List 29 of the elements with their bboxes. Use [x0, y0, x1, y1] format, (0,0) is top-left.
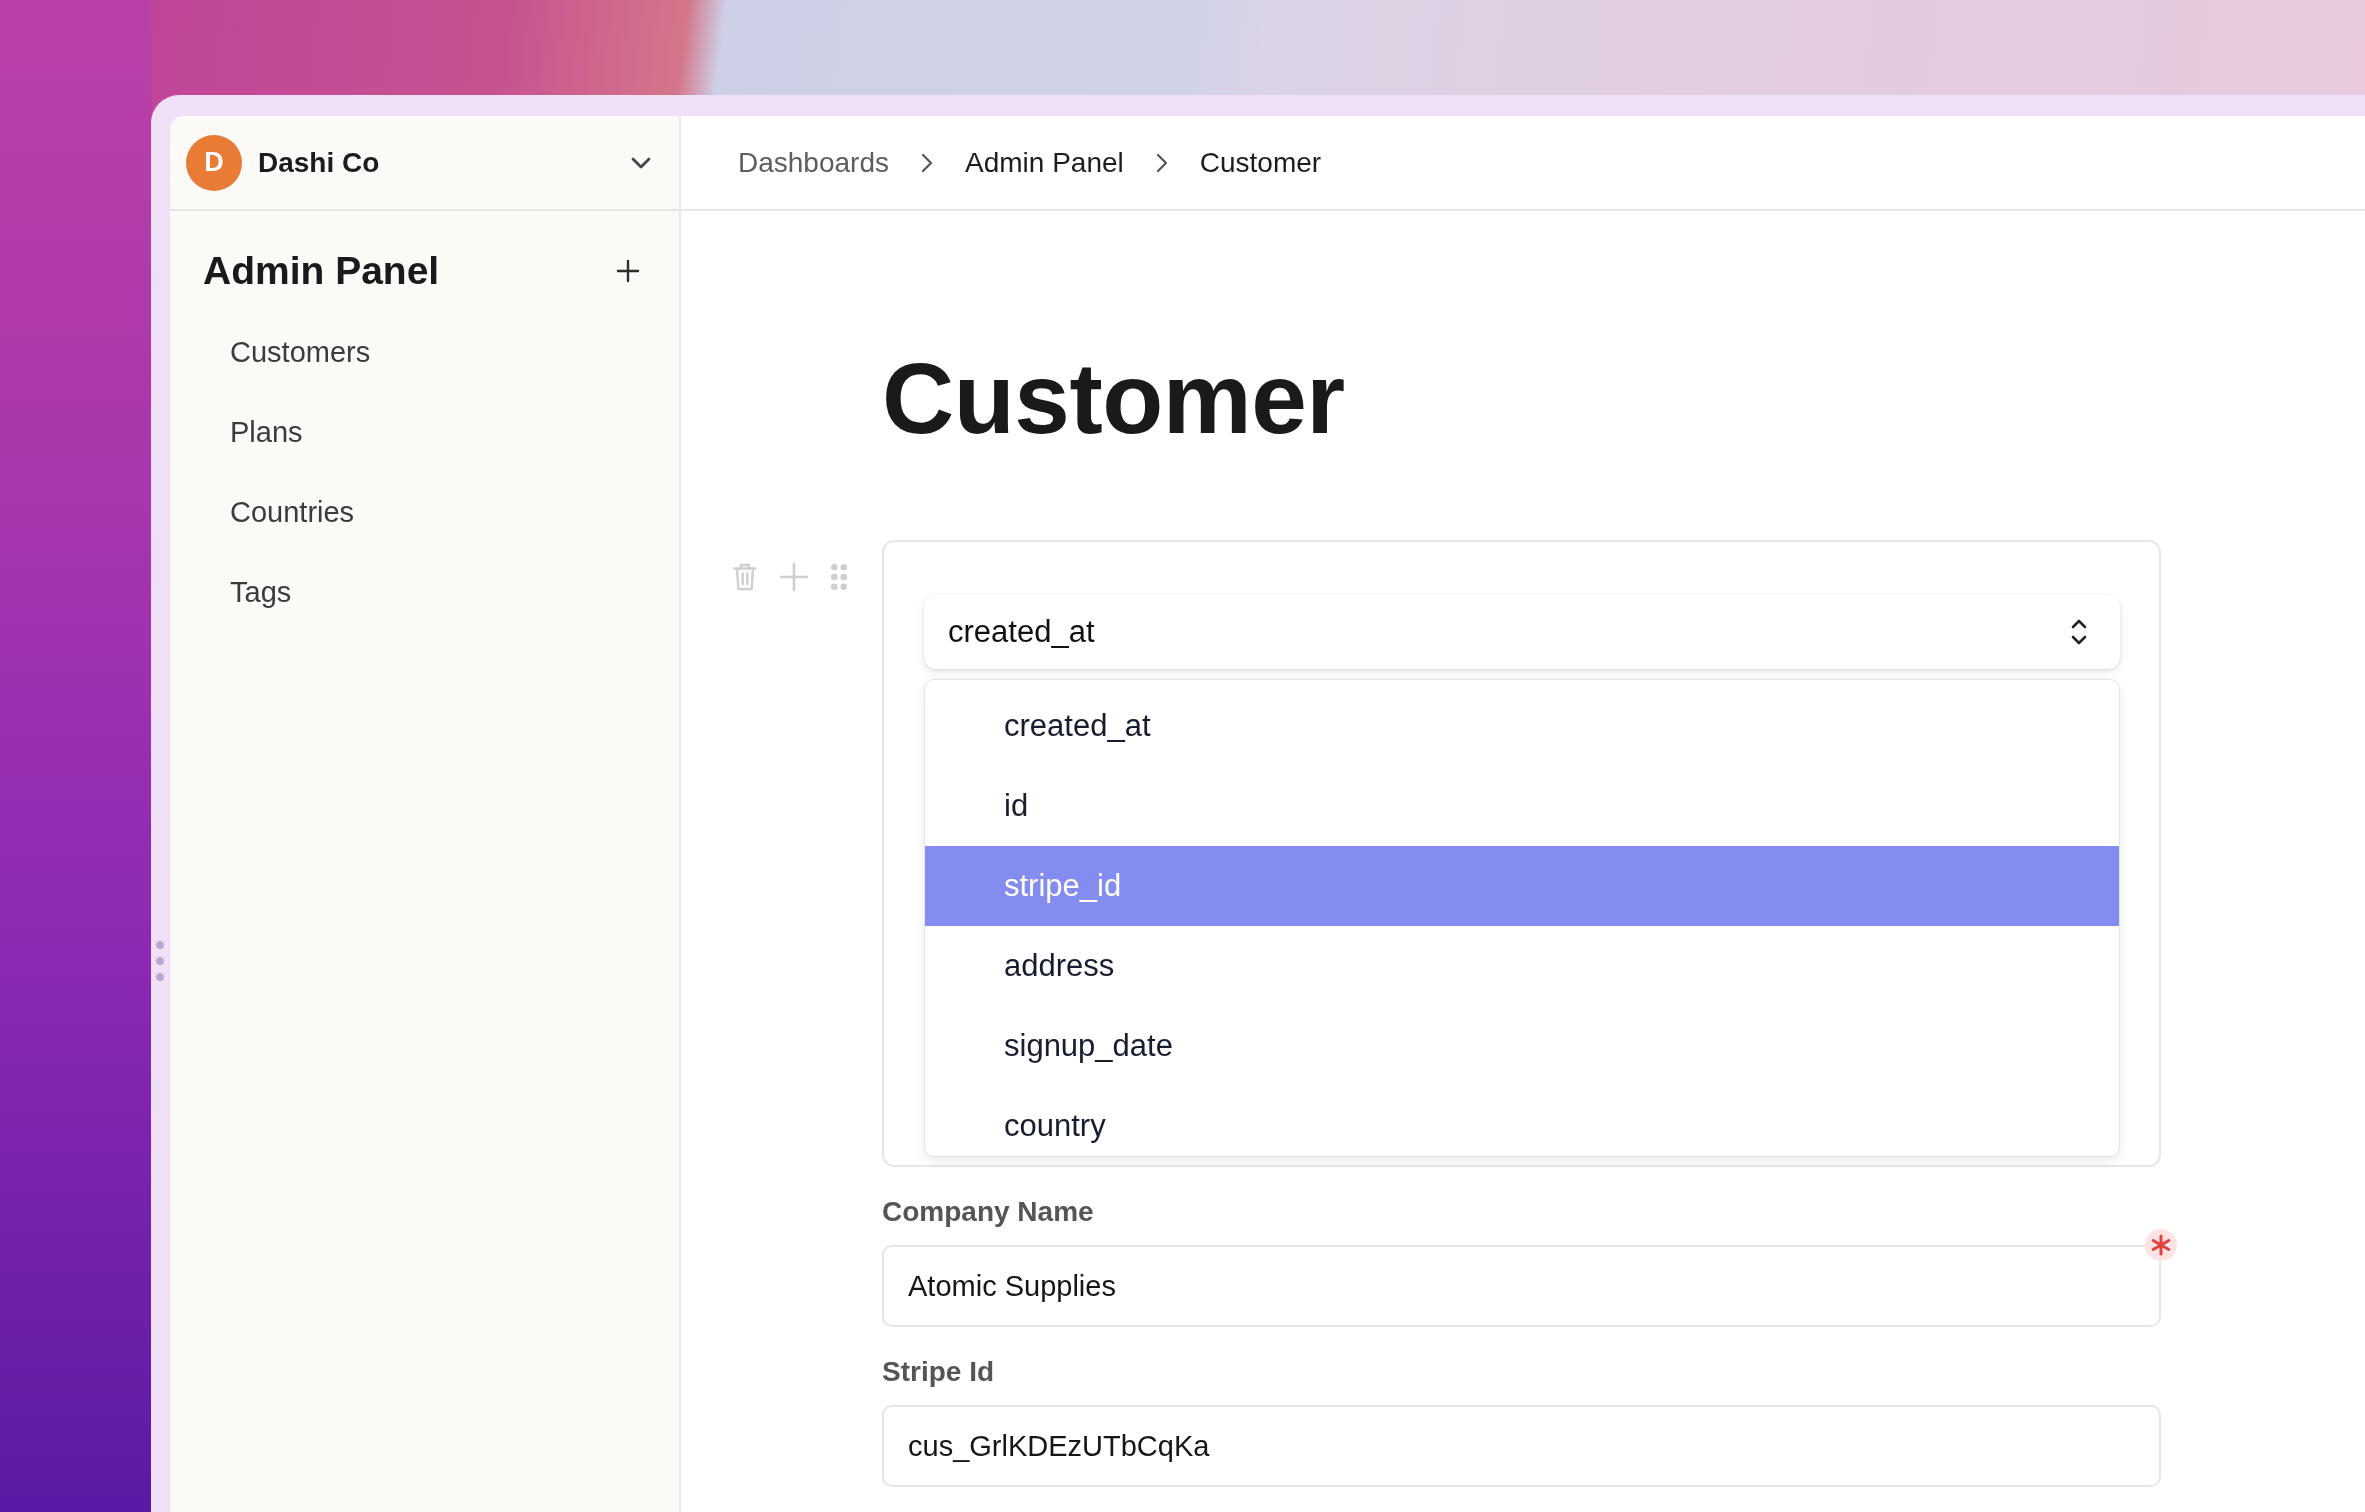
- field-label: Company Name: [882, 1195, 1094, 1229]
- sidebar-item[interactable]: Plans: [220, 410, 313, 454]
- dropdown-option[interactable]: id: [925, 766, 2119, 846]
- breadcrumb-link[interactable]: Admin Panel: [965, 146, 1124, 179]
- workspace-avatar: D: [186, 134, 242, 191]
- field-label: Stripe Id: [882, 1355, 994, 1389]
- dropdown-option[interactable]: signup_date: [925, 1006, 2119, 1086]
- text-field[interactable]: cus_GrlKDEzUTbCqKa: [882, 1405, 2161, 1487]
- plus-icon[interactable]: [616, 259, 640, 283]
- sidebar-item[interactable]: Countries: [220, 490, 365, 534]
- chevron-right-icon: [921, 152, 933, 173]
- chevron-right-icon: [1155, 152, 1168, 173]
- chevron-down-icon[interactable]: [631, 156, 651, 169]
- dropdown-option[interactable]: address: [925, 926, 2119, 1006]
- dropdown-option[interactable]: country: [925, 1086, 2119, 1156]
- text-field[interactable]: Atomic Supplies: [882, 1245, 2161, 1327]
- resize-handle-icon[interactable]: [156, 941, 164, 981]
- drag-handle-icon[interactable]: [831, 564, 847, 590]
- sidebar-item[interactable]: Tags: [220, 570, 302, 614]
- select-field[interactable]: created_at: [924, 595, 2120, 669]
- sidebar-item[interactable]: Customers: [220, 330, 381, 374]
- chevron-up-down-icon: [2070, 617, 2088, 647]
- workspace-name: Dashi Co: [258, 146, 380, 179]
- breadcrumb-link[interactable]: Dashboards: [738, 146, 889, 179]
- breadcrumb-current: Customer: [1199, 146, 1322, 179]
- trash-icon[interactable]: [733, 563, 757, 591]
- page-title: Customer: [882, 341, 1345, 456]
- sidebar-title: Admin Panel: [203, 249, 440, 293]
- dropdown-option[interactable]: created_at: [925, 686, 2119, 766]
